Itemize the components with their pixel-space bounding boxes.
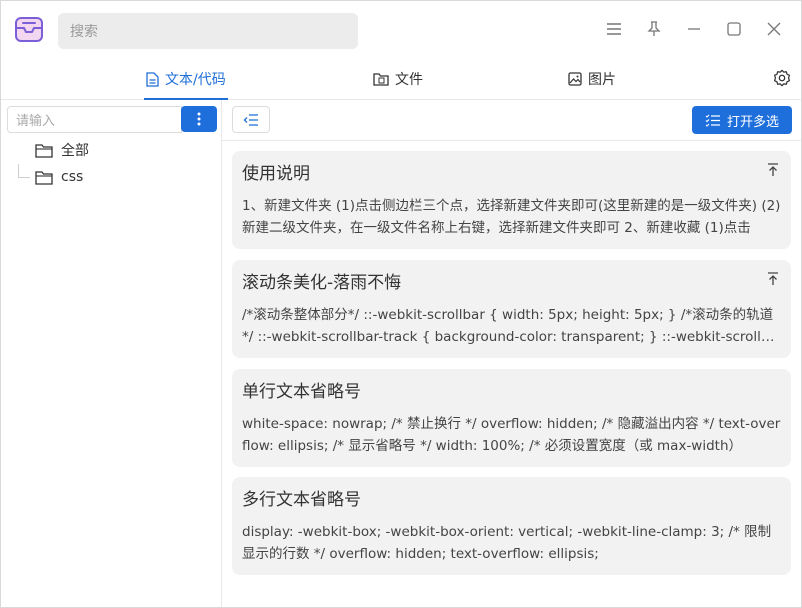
- title-bar: 搜索: [1, 1, 801, 59]
- tab-image[interactable]: 图片: [566, 59, 618, 99]
- tree-item-label: css: [61, 169, 84, 185]
- pin-to-top-icon[interactable]: [767, 272, 779, 286]
- card-body: 1、新建文件夹 (1)点击侧边栏三个点，选择新建文件夹即可(这里新建的是一级文件…: [242, 198, 781, 236]
- sidebar: 请输入 全部 css: [1, 100, 222, 607]
- tree-item-css[interactable]: css: [35, 166, 83, 188]
- tree-item-all[interactable]: 全部: [35, 139, 89, 161]
- pin-window-icon[interactable]: [643, 18, 665, 40]
- maximize-icon[interactable]: [723, 18, 745, 40]
- tree-item-label: 全部: [61, 143, 89, 159]
- image-icon: [568, 72, 582, 86]
- tab-file[interactable]: 文件: [371, 59, 425, 99]
- tab-label: 文本/代码: [165, 72, 226, 88]
- more-vertical-icon: [197, 112, 201, 126]
- card-title: 多行文本省略号: [242, 490, 361, 510]
- tab-text-code[interactable]: 文本/代码: [144, 59, 228, 100]
- card-body: white-space: nowrap; /* 禁止换行 */ overflow…: [242, 416, 781, 454]
- main-panel: 打开多选 使用说明 1、新建文件夹 (1)点击侧边栏三个点，选择新建文件夹即可(…: [222, 100, 801, 607]
- snippet-card[interactable]: 多行文本省略号 display: -webkit-box; -webkit-bo…: [232, 477, 791, 575]
- multi-select-button[interactable]: 打开多选: [692, 106, 792, 134]
- document-icon: [146, 71, 159, 87]
- tab-bar: 文本/代码 文件 图片: [1, 59, 801, 100]
- snippet-card[interactable]: 滚动条美化-落雨不悔 /*滚动条整体部分*/ ::-webkit-scrollb…: [232, 260, 791, 358]
- card-body: /*滚动条整体部分*/ ::-webkit-scrollbar { width:…: [242, 307, 778, 345]
- card-body: display: -webkit-box; -webkit-box-orient…: [242, 524, 772, 562]
- folder-icon: [35, 143, 53, 158]
- tree-connector: [18, 164, 30, 178]
- card-title: 使用说明: [242, 164, 310, 184]
- card-title: 单行文本省略号: [242, 382, 361, 402]
- search-input[interactable]: 搜索: [58, 13, 358, 49]
- app-window: 搜索 文本/代码 文件 图片 请输入 全部 css 打开多选 使用说明 1、新建…: [0, 0, 802, 608]
- collapse-left-icon: [243, 113, 258, 126]
- pin-to-top-icon[interactable]: [767, 163, 779, 177]
- gear-icon[interactable]: [773, 69, 791, 87]
- folder-icon: [35, 170, 53, 185]
- list-check-icon: [705, 114, 720, 127]
- collapse-sidebar-button[interactable]: [232, 106, 270, 133]
- sidebar-input-placeholder: 请输入: [16, 114, 56, 129]
- multi-select-label: 打开多选: [726, 114, 779, 130]
- snippet-card[interactable]: 使用说明 1、新建文件夹 (1)点击侧边栏三个点，选择新建文件夹即可(这里新建的…: [232, 151, 791, 249]
- search-placeholder: 搜索: [70, 24, 98, 40]
- snippet-card[interactable]: 单行文本省略号 white-space: nowrap; /* 禁止换行 */ …: [232, 369, 791, 467]
- minimize-icon[interactable]: [683, 18, 705, 40]
- card-title: 滚动条美化-落雨不悔: [242, 273, 402, 293]
- close-icon[interactable]: [763, 18, 785, 40]
- main-toolbar: 打开多选: [222, 100, 801, 141]
- tab-label: 文件: [395, 72, 423, 88]
- app-logo-icon: [15, 17, 43, 42]
- tab-label: 图片: [588, 72, 616, 88]
- sidebar-more-button[interactable]: [181, 106, 217, 132]
- menu-icon[interactable]: [603, 18, 625, 40]
- folder-file-icon: [373, 73, 389, 86]
- sidebar-search-input[interactable]: 请输入: [7, 106, 182, 133]
